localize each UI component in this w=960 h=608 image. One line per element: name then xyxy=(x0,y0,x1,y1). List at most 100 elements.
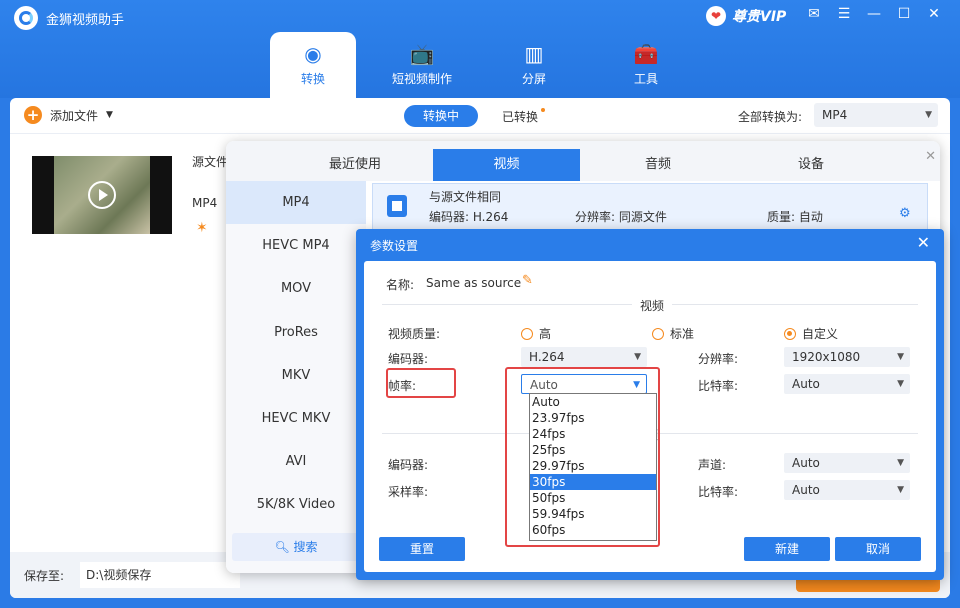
audio-bitrate-label: 比特率: xyxy=(698,485,739,499)
audio-bitrate-value: Auto xyxy=(792,483,820,497)
add-file-label: 添加文件 xyxy=(50,108,99,123)
converting-tab[interactable]: 转换中 xyxy=(404,105,478,127)
save-to-label: 保存至: xyxy=(24,569,65,583)
toolbox-icon: 🧰 xyxy=(633,41,659,66)
feedback-icon[interactable]: ✉ xyxy=(806,6,822,22)
tab-split-screen[interactable]: ▥ 分屏 xyxy=(478,32,590,98)
resolution-label: 分辨率: xyxy=(698,352,739,366)
tab-label: 分屏 xyxy=(521,71,546,86)
close-icon[interactable]: ✕ xyxy=(917,233,930,252)
chevron-down-icon: ▼ xyxy=(897,458,904,468)
convert-all-select[interactable]: MP4 ▼ xyxy=(814,103,938,127)
notification-dot xyxy=(541,108,546,112)
window-controls: ✉ ☰ — ☐ ✕ xyxy=(806,6,942,22)
tab-device[interactable]: 设备 xyxy=(736,141,886,181)
tv-icon: 📺 xyxy=(409,41,435,66)
format-item-mp4[interactable]: MP4 xyxy=(226,181,366,225)
tab-audio[interactable]: 音频 xyxy=(580,141,736,181)
format-item-avi[interactable]: AVI xyxy=(226,440,366,483)
menu-icon[interactable]: ☰ xyxy=(836,6,852,22)
preset-video-icon xyxy=(387,195,407,217)
convert-all-value: MP4 xyxy=(822,108,848,122)
format-item-mkv[interactable]: MKV xyxy=(226,354,366,397)
format-item-5k8k-video[interactable]: 5K/8K Video xyxy=(226,483,366,526)
format-item-prores[interactable]: ProRes xyxy=(226,311,366,354)
file-format: MP4 xyxy=(192,196,218,210)
preset-resolution: 分辨率: 同源文件 xyxy=(575,210,667,224)
quality-standard-radio[interactable]: 标准 xyxy=(652,325,694,342)
name-label: 名称: xyxy=(386,278,415,292)
format-item-hevc-mkv[interactable]: HEVC MKV xyxy=(226,397,366,440)
resolution-select[interactable]: 1920x1080 ▼ xyxy=(784,347,910,367)
title-bar: 金狮视频助手 ❤ 尊贵VIP ✉ ☰ — ☐ ✕ ◉ 转换 📺 短视频制作 ▥ … xyxy=(0,0,960,98)
framerate-label-highlight xyxy=(386,368,456,398)
chevron-down-icon: ▼ xyxy=(897,485,904,495)
tab-recent[interactable]: 最近使用 xyxy=(266,141,444,181)
radio-circle xyxy=(784,327,796,340)
reset-button[interactable]: 重置 xyxy=(379,537,465,561)
audio-bitrate-select[interactable]: Auto ▼ xyxy=(784,480,910,500)
minimize-icon[interactable]: — xyxy=(866,6,882,22)
bitrate-label: 比特率: xyxy=(698,379,739,393)
resolution-value: 1920x1080 xyxy=(792,350,861,364)
converted-label: 已转换 xyxy=(502,110,539,124)
app-logo-icon xyxy=(14,6,38,30)
maximize-icon[interactable]: ☐ xyxy=(896,6,912,22)
bitrate-select[interactable]: Auto ▼ xyxy=(784,374,910,394)
gear-icon[interactable]: ⚙ xyxy=(899,206,911,221)
close-icon[interactable]: ✕ xyxy=(925,149,936,164)
app-title: 金狮视频助手 xyxy=(46,13,125,28)
search-icon: 🔍︎ xyxy=(274,540,290,554)
radio-label: 自定义 xyxy=(802,327,839,341)
vip-label: 尊贵VIP xyxy=(732,9,787,25)
tab-convert[interactable]: ◉ 转换 xyxy=(270,32,356,98)
vip-badge[interactable]: ❤ 尊贵VIP xyxy=(706,5,786,27)
video-section-label: 视频 xyxy=(632,297,673,314)
bitrate-value: Auto xyxy=(792,377,820,391)
chevron-down-icon[interactable]: ▼ xyxy=(106,110,113,120)
plus-icon: + xyxy=(24,106,42,124)
split-icon: ▥ xyxy=(524,41,544,66)
video-quality-label: 视频质量: xyxy=(388,327,441,341)
channel-select[interactable]: Auto ▼ xyxy=(784,453,910,473)
toolbar: + 添加文件 ▼ 转换中 已转换 全部转换为: MP4 ▼ xyxy=(10,98,950,134)
preset-quality: 质量: 自动 xyxy=(767,210,823,224)
channel-label: 声道: xyxy=(698,458,727,472)
tab-video[interactable]: 视频 xyxy=(433,149,580,181)
close-icon[interactable]: ✕ xyxy=(926,6,942,22)
save-path-field[interactable]: D:\视频保存 xyxy=(80,562,240,588)
radio-label: 标准 xyxy=(670,327,695,341)
format-search-button[interactable]: 🔍︎ 搜索 xyxy=(232,533,360,561)
preset-row[interactable]: 与源文件相同 编码器: H.264 分辨率: 同源文件 质量: 自动 ⚙ xyxy=(372,183,928,233)
converted-tab[interactable]: 已转换 xyxy=(502,108,546,125)
radio-circle xyxy=(652,327,664,340)
create-button[interactable]: 新建 xyxy=(744,537,830,561)
edit-pencil-icon[interactable]: ✎ xyxy=(522,273,533,288)
chevron-down-icon: ▼ xyxy=(897,352,904,362)
dialog-title: 参数设置 xyxy=(370,239,419,253)
tab-tools[interactable]: 🧰 工具 xyxy=(590,32,702,98)
add-file-button[interactable]: + 添加文件 ▼ xyxy=(24,106,113,124)
source-file-label: 源文件 xyxy=(192,155,229,169)
format-item-hevc-mp4[interactable]: HEVC MP4 xyxy=(226,224,366,267)
video-thumbnail[interactable] xyxy=(32,156,172,234)
encoder-value: H.264 xyxy=(529,350,565,364)
cancel-button[interactable]: 取消 xyxy=(835,537,921,561)
tab-short-video[interactable]: 📺 短视频制作 xyxy=(366,32,478,98)
encoder-select[interactable]: H.264 ▼ xyxy=(521,347,647,367)
dialog-body: 名称: Same as source ✎ 视频 视频质量: 高 标准 自定义 编… xyxy=(364,261,936,572)
framerate-dropdown-highlight xyxy=(505,367,660,547)
quality-high-radio[interactable]: 高 xyxy=(521,325,551,342)
vip-heart-icon: ❤ xyxy=(706,6,726,26)
encoder-label: 编码器: xyxy=(388,352,429,366)
convert-icon: ◉ xyxy=(304,41,322,66)
magic-wand-icon[interactable]: ✶ xyxy=(196,220,208,236)
quality-custom-radio[interactable]: 自定义 xyxy=(784,325,838,342)
audio-encoder-label: 编码器: xyxy=(388,458,429,472)
preset-title: 与源文件相同 xyxy=(429,190,502,204)
play-icon[interactable] xyxy=(88,181,116,209)
name-value: Same as source xyxy=(426,276,522,290)
format-tabs: 最近使用 视频 音频 设备 ✕ xyxy=(226,141,940,181)
samplerate-label: 采样率: xyxy=(388,485,429,499)
format-item-mov[interactable]: MOV xyxy=(226,267,366,310)
